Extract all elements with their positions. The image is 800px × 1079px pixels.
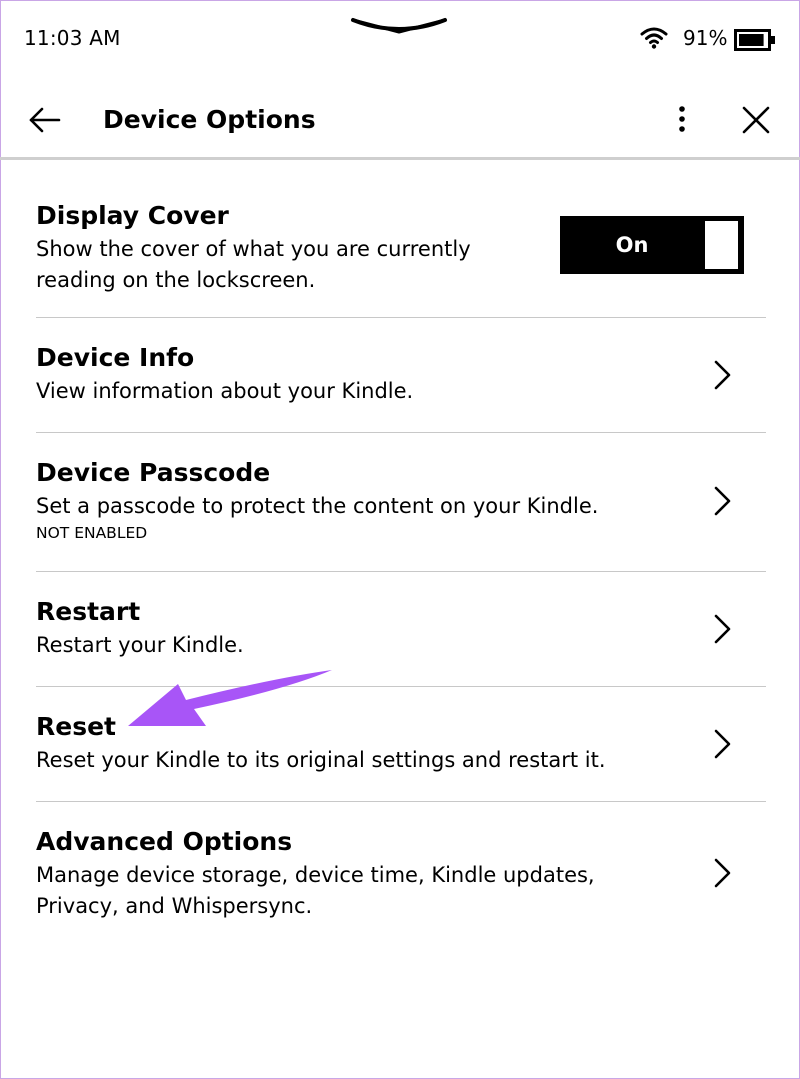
display-cover-toggle[interactable]: On — [560, 216, 744, 274]
more-vertical-icon[interactable] — [668, 104, 696, 136]
setting-desc-restart: Restart your Kindle. — [36, 633, 244, 657]
close-icon[interactable] — [740, 104, 772, 136]
setting-row-device-info[interactable]: Device Info View information about your … — [36, 318, 766, 432]
chevron-right-icon — [714, 360, 731, 390]
chevron-right-icon — [714, 858, 731, 888]
passcode-status: NOT ENABLED — [36, 524, 148, 542]
setting-desc-line-1: Manage device storage, device time, Kind… — [36, 863, 595, 887]
chevron-down-icon[interactable] — [350, 12, 448, 36]
setting-desc-line-1: Show the cover of what you are currently — [36, 237, 471, 261]
setting-title-advanced-options: Advanced Options — [36, 827, 293, 856]
chevron-right-icon — [714, 614, 731, 644]
setting-row-restart[interactable]: Restart Restart your Kindle. — [36, 572, 766, 686]
setting-title-restart: Restart — [36, 597, 141, 626]
setting-row-advanced-options[interactable]: Advanced Options Manage device storage, … — [36, 802, 766, 942]
setting-desc-line-2: reading on the lockscreen. — [36, 268, 316, 292]
toggle-knob — [705, 221, 738, 269]
setting-desc-device-passcode: Set a passcode to protect the content on… — [36, 494, 599, 518]
setting-row-device-passcode[interactable]: Device Passcode Set a passcode to protec… — [36, 433, 766, 571]
setting-title-device-passcode: Device Passcode — [36, 458, 271, 487]
setting-title-reset: Reset — [36, 712, 116, 741]
setting-desc-line-2: Privacy, and Whispersync. — [36, 894, 313, 918]
chevron-right-icon — [714, 486, 731, 516]
setting-title-display-cover: Display Cover — [36, 201, 229, 230]
setting-row-reset[interactable]: Reset Reset your Kindle to its original … — [36, 687, 766, 801]
setting-row-display-cover: Display Cover Show the cover of what you… — [36, 160, 766, 317]
status-time: 11:03 AM — [24, 26, 121, 50]
setting-desc-reset: Reset your Kindle to its original settin… — [36, 748, 606, 772]
battery-percentage: 91% — [683, 26, 728, 50]
chevron-right-icon — [714, 729, 731, 759]
arrow-left-icon[interactable] — [28, 104, 62, 136]
setting-desc-device-info: View information about your Kindle. — [36, 379, 414, 403]
battery-fill — [739, 34, 764, 46]
battery-icon — [734, 29, 775, 51]
page-title: Device Options — [103, 105, 316, 134]
wifi-icon — [640, 27, 668, 49]
setting-title-device-info: Device Info — [36, 343, 195, 372]
toggle-label: On — [615, 233, 649, 257]
